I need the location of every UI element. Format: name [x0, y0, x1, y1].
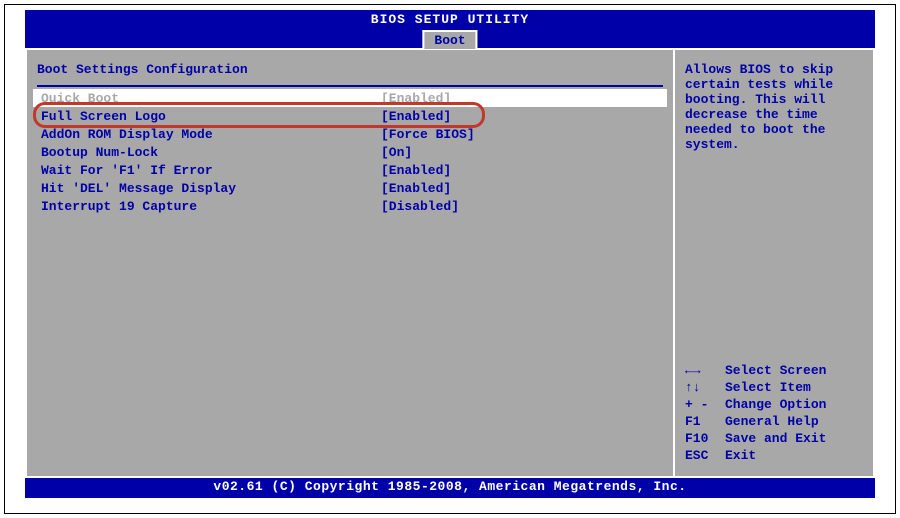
- legend-row: ↑↓ Select Item: [685, 379, 863, 396]
- setting-value: [Enabled]: [381, 163, 451, 178]
- setting-label: Full Screen Logo: [41, 109, 381, 124]
- setting-value: [Enabled]: [381, 109, 451, 124]
- setting-value: [Enabled]: [381, 91, 451, 106]
- setting-value: [Force BIOS]: [381, 127, 475, 142]
- legend-key: ESC: [685, 447, 725, 464]
- setting-value: [On]: [381, 145, 412, 160]
- legend-action: Exit: [725, 447, 756, 464]
- legend-key: F1: [685, 413, 725, 430]
- tab-boot[interactable]: Boot: [422, 30, 477, 49]
- setting-row[interactable]: Hit 'DEL' Message Display [Enabled]: [37, 179, 663, 197]
- main-area: Boot Settings Configuration Quick Boot […: [25, 50, 875, 478]
- setting-value: [Disabled]: [381, 199, 459, 214]
- legend-action: Select Screen: [725, 362, 826, 379]
- legend-row: F1 General Help: [685, 413, 863, 430]
- legend-row: + - Change Option: [685, 396, 863, 413]
- legend-row: ESC Exit: [685, 447, 863, 464]
- legend-row: ←→ Select Screen: [685, 362, 863, 379]
- setting-row[interactable]: Bootup Num-Lock [On]: [37, 143, 663, 161]
- setting-row[interactable]: Wait For 'F1' If Error [Enabled]: [37, 161, 663, 179]
- setting-row[interactable]: Quick Boot [Enabled]: [33, 89, 667, 107]
- help-pane: Allows BIOS to skip certain tests while …: [675, 50, 875, 478]
- title-bar: BIOS SETUP UTILITY: [25, 10, 875, 30]
- footer: v02.61 (C) Copyright 1985-2008, American…: [25, 478, 875, 496]
- divider: [37, 85, 663, 87]
- setting-row[interactable]: Interrupt 19 Capture [Disabled]: [37, 197, 663, 215]
- setting-label: AddOn ROM Display Mode: [41, 127, 381, 142]
- legend-key: ↑↓: [685, 379, 725, 396]
- legend-action: General Help: [725, 413, 819, 430]
- legend-action: Save and Exit: [725, 430, 826, 447]
- legend-action: Change Option: [725, 396, 826, 413]
- setting-label: Bootup Num-Lock: [41, 145, 381, 160]
- legend-row: F10 Save and Exit: [685, 430, 863, 447]
- copyright-text: v02.61 (C) Copyright 1985-2008, American…: [213, 479, 686, 494]
- bios-screen: BIOS SETUP UTILITY Boot Boot Settings Co…: [25, 10, 875, 498]
- setting-value: [Enabled]: [381, 181, 451, 196]
- legend-key: F10: [685, 430, 725, 447]
- setting-label: Quick Boot: [41, 91, 381, 106]
- tab-row: Boot: [25, 30, 875, 50]
- tab-label: Boot: [434, 33, 465, 48]
- setting-row[interactable]: Full Screen Logo [Enabled]: [37, 107, 663, 125]
- window-frame: BIOS SETUP UTILITY Boot Boot Settings Co…: [4, 4, 896, 514]
- setting-row[interactable]: AddOn ROM Display Mode [Force BIOS]: [37, 125, 663, 143]
- help-text: Allows BIOS to skip certain tests while …: [685, 62, 863, 152]
- setting-label: Wait For 'F1' If Error: [41, 163, 381, 178]
- settings-pane: Boot Settings Configuration Quick Boot […: [25, 50, 675, 478]
- section-title: Boot Settings Configuration: [37, 62, 663, 77]
- key-legend: ←→ Select Screen ↑↓ Select Item + - Chan…: [685, 362, 863, 464]
- legend-key: ←→: [685, 362, 725, 379]
- setting-label: Hit 'DEL' Message Display: [41, 181, 381, 196]
- setting-label: Interrupt 19 Capture: [41, 199, 381, 214]
- legend-key: + -: [685, 396, 725, 413]
- legend-action: Select Item: [725, 379, 811, 396]
- app-title: BIOS SETUP UTILITY: [371, 12, 529, 27]
